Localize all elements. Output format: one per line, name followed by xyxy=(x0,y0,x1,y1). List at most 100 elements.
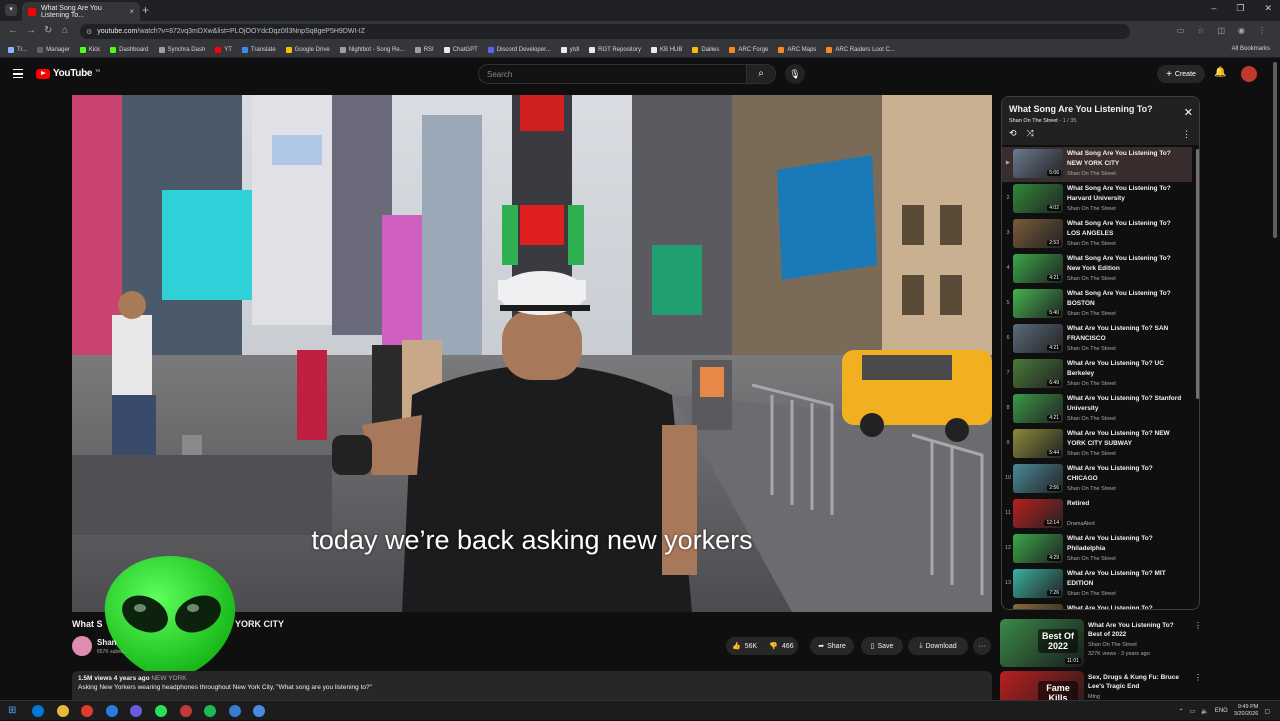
reload-icon[interactable]: ↻ xyxy=(44,25,52,36)
playlist-item-title[interactable]: Retired xyxy=(1067,499,1182,509)
more-actions-button[interactable]: ··· xyxy=(973,637,991,655)
playlist-item[interactable]: 12 4:29 What Are You Listening To? Philade… xyxy=(1002,532,1192,567)
network-icon[interactable]: ▭ xyxy=(1190,708,1196,715)
recommended-title[interactable]: What Are You Listening To? Best of 2022 xyxy=(1088,621,1188,639)
bookmark-item[interactable]: ARC Forge xyxy=(729,46,768,53)
playlist-item-title[interactable]: What Are You Listening To? NEW YORK CITY… xyxy=(1067,429,1182,449)
recommended-title[interactable]: Sex, Drugs & Kung Fu: Bruce Lee's Tragic… xyxy=(1088,673,1188,691)
playlist-item[interactable]: 7 6:49 What Are You Listening To? UC Berke… xyxy=(1002,357,1192,392)
site-info-icon[interactable]: ⚙ xyxy=(86,28,92,36)
playlist-item-title[interactable]: What Song Are You Listening To? BOSTON xyxy=(1067,289,1182,309)
recommended-thumbnail[interactable]: Best Of 2022 11:01 xyxy=(1000,619,1084,667)
browser-tab-active[interactable]: What Song Are You Listening To... × xyxy=(22,2,140,21)
playlist-item-thumbnail[interactable]: 5:40 xyxy=(1013,289,1063,318)
playlist-item-thumbnail[interactable]: 4:21 xyxy=(1013,324,1063,353)
bookmark-item[interactable]: ChatGPT xyxy=(443,46,478,53)
cast-icon[interactable]: ▭ xyxy=(1177,26,1185,35)
taskbar-app-icon[interactable] xyxy=(130,705,143,717)
forward-arrow-icon[interactable]: → xyxy=(26,25,36,36)
bookmark-item[interactable]: ytdl xyxy=(560,46,579,53)
playlist-item[interactable]: 9 5:44 What Are You Listening To? NEW YORK… xyxy=(1002,427,1192,462)
playlist-item-thumbnail[interactable] xyxy=(1013,604,1063,609)
all-bookmarks-button[interactable]: All Bookmarks xyxy=(1232,46,1270,52)
youtube-logo[interactable]: YouTube TR xyxy=(36,68,100,79)
create-button[interactable]: + Create xyxy=(1157,65,1205,83)
bookmark-item[interactable]: Dailies xyxy=(692,46,719,53)
bookmark-item[interactable]: ARC Raiders Loot C... xyxy=(826,46,895,53)
taskbar-app-icon[interactable] xyxy=(253,705,266,717)
recommended-more-icon[interactable]: ⋮ xyxy=(1194,673,1202,682)
taskbar-app-icon[interactable] xyxy=(155,705,167,717)
playlist-item[interactable]: 14What Are You Listening To?Shan On The … xyxy=(1002,602,1192,609)
address-bar[interactable]: ⚙ youtube.com /watch?v=872vq3mDXw&list=P… xyxy=(80,24,1130,39)
voice-search-button[interactable]: 🎙 xyxy=(785,64,805,84)
bookmark-item[interactable]: Tr... xyxy=(8,46,27,53)
playlist-item-thumbnail[interactable]: 12:14 xyxy=(1013,499,1063,528)
playlist-item[interactable]: 6 4:21 What Are You Listening To? SAN FRAN… xyxy=(1002,322,1192,357)
bookmark-star-icon[interactable]: ☆ xyxy=(1197,26,1204,35)
tray-chevron-icon[interactable]: ⌃ xyxy=(1179,708,1184,715)
playlist-item-thumbnail[interactable]: 5:06 xyxy=(1013,149,1063,178)
taskbar-app-icon[interactable] xyxy=(81,705,94,717)
playlist-item-thumbnail[interactable]: 5:44 xyxy=(1013,429,1063,458)
maximize-button[interactable]: ❐ xyxy=(1236,3,1244,14)
playlist-item[interactable]: 13 7:26 What Are You Listening To? MIT EDI… xyxy=(1002,567,1192,602)
taskbar-app-icon[interactable] xyxy=(32,705,44,717)
playlist-item[interactable]: 11 12:14 Retired DramaAlert xyxy=(1002,497,1192,532)
playlist-item[interactable]: 10 2:56 What Are You Listening To? CHICAGO… xyxy=(1002,462,1192,497)
channel-name[interactable]: Shan xyxy=(97,638,117,647)
playlist-item-title[interactable]: What Are You Listening To? UC Berkeley xyxy=(1067,359,1182,379)
like-button[interactable]: 👍 56K xyxy=(726,637,763,655)
playlist-item-thumbnail[interactable]: 4:02 xyxy=(1013,184,1063,213)
tab-close-icon[interactable]: × xyxy=(129,7,134,16)
channel-avatar[interactable] xyxy=(72,636,92,656)
playlist-title[interactable]: What Song Are You Listening To? xyxy=(1009,104,1153,114)
playlist-channel[interactable]: Shan On The Street xyxy=(1009,118,1058,124)
playlist-item-title[interactable]: What Song Are You Listening To? LOS ANGE… xyxy=(1067,219,1182,239)
bookmark-item[interactable]: Kick xyxy=(79,46,100,53)
recommended-video[interactable]: Best Of 2022 11:01 What Are You Listening … xyxy=(1000,619,1202,669)
taskbar-app-icon[interactable] xyxy=(204,705,217,717)
close-window-button[interactable]: ✕ xyxy=(1264,3,1272,14)
minimize-button[interactable]: – xyxy=(1211,3,1216,14)
playlist-item-title[interactable]: What Are You Listening To? CHICAGO xyxy=(1067,464,1182,484)
playlist-item[interactable]: 4 4:21 What Song Are You Listening To? New… xyxy=(1002,252,1192,287)
playlist-item-thumbnail[interactable]: 4:29 xyxy=(1013,534,1063,563)
playlist-item-title[interactable]: What Are You Listening To? SAN FRANCISCO xyxy=(1067,324,1182,344)
playlist-item-title[interactable]: What Are You Listening To? xyxy=(1067,604,1182,609)
taskbar-app-icon[interactable] xyxy=(228,705,241,717)
search-input[interactable]: Search xyxy=(478,64,746,84)
bookmark-item[interactable]: ARC Maps xyxy=(778,46,816,53)
bookmark-item[interactable]: Google Drive xyxy=(285,46,330,53)
loop-icon[interactable]: ⟲ xyxy=(1009,128,1017,139)
bookmark-item[interactable]: Discord Developer... xyxy=(487,46,551,53)
playlist-item[interactable]: 2 4:02 What Song Are You Listening To? Har… xyxy=(1002,182,1192,217)
bookmark-item[interactable]: Dashboard xyxy=(110,46,149,53)
extensions-icon[interactable]: ◫ xyxy=(1217,26,1225,35)
save-button[interactable]: ▯ Save xyxy=(861,637,903,655)
notifications-bell-icon[interactable]: 🔔 xyxy=(1214,67,1226,78)
dislike-button[interactable]: 👎 466 xyxy=(763,637,799,655)
language-indicator[interactable]: ENG xyxy=(1215,708,1228,714)
page-scrollbar[interactable] xyxy=(1273,62,1277,238)
playlist-item-thumbnail[interactable]: 4:21 xyxy=(1013,394,1063,423)
bookmark-item[interactable]: RGT Repository xyxy=(589,46,641,53)
bookmark-item[interactable]: YT xyxy=(215,46,232,53)
guide-menu-icon[interactable] xyxy=(13,69,23,78)
playlist-item[interactable]: 3 2:53 What Song Are You Listening To? LOS… xyxy=(1002,217,1192,252)
search-button[interactable]: ⌕ xyxy=(746,64,776,84)
profile-icon[interactable]: ◉ xyxy=(1238,26,1245,35)
location-tag[interactable]: NEW YORK xyxy=(151,675,186,682)
new-tab-button[interactable]: + xyxy=(142,3,149,17)
playlist-item[interactable]: ▶ 5:06 What Song Are You Listening To? NEW… xyxy=(1002,147,1192,182)
download-button[interactable]: ⤓ Download xyxy=(908,637,968,655)
playlist-item-title[interactable]: What Song Are You Listening To? Harvard … xyxy=(1067,184,1182,204)
windows-start-icon[interactable]: ⊞ xyxy=(8,705,20,717)
playlist-close-icon[interactable]: ✕ xyxy=(1184,106,1193,119)
video-player[interactable]: today we’re back asking new yorkers xyxy=(72,95,992,612)
taskbar-app-icon[interactable] xyxy=(56,705,69,717)
recommended-more-icon[interactable]: ⋮ xyxy=(1194,621,1202,630)
playlist-item-thumbnail[interactable]: 2:56 xyxy=(1013,464,1063,493)
playlist-item-thumbnail[interactable]: 4:21 xyxy=(1013,254,1063,283)
playlist-item-thumbnail[interactable]: 2:53 xyxy=(1013,219,1063,248)
